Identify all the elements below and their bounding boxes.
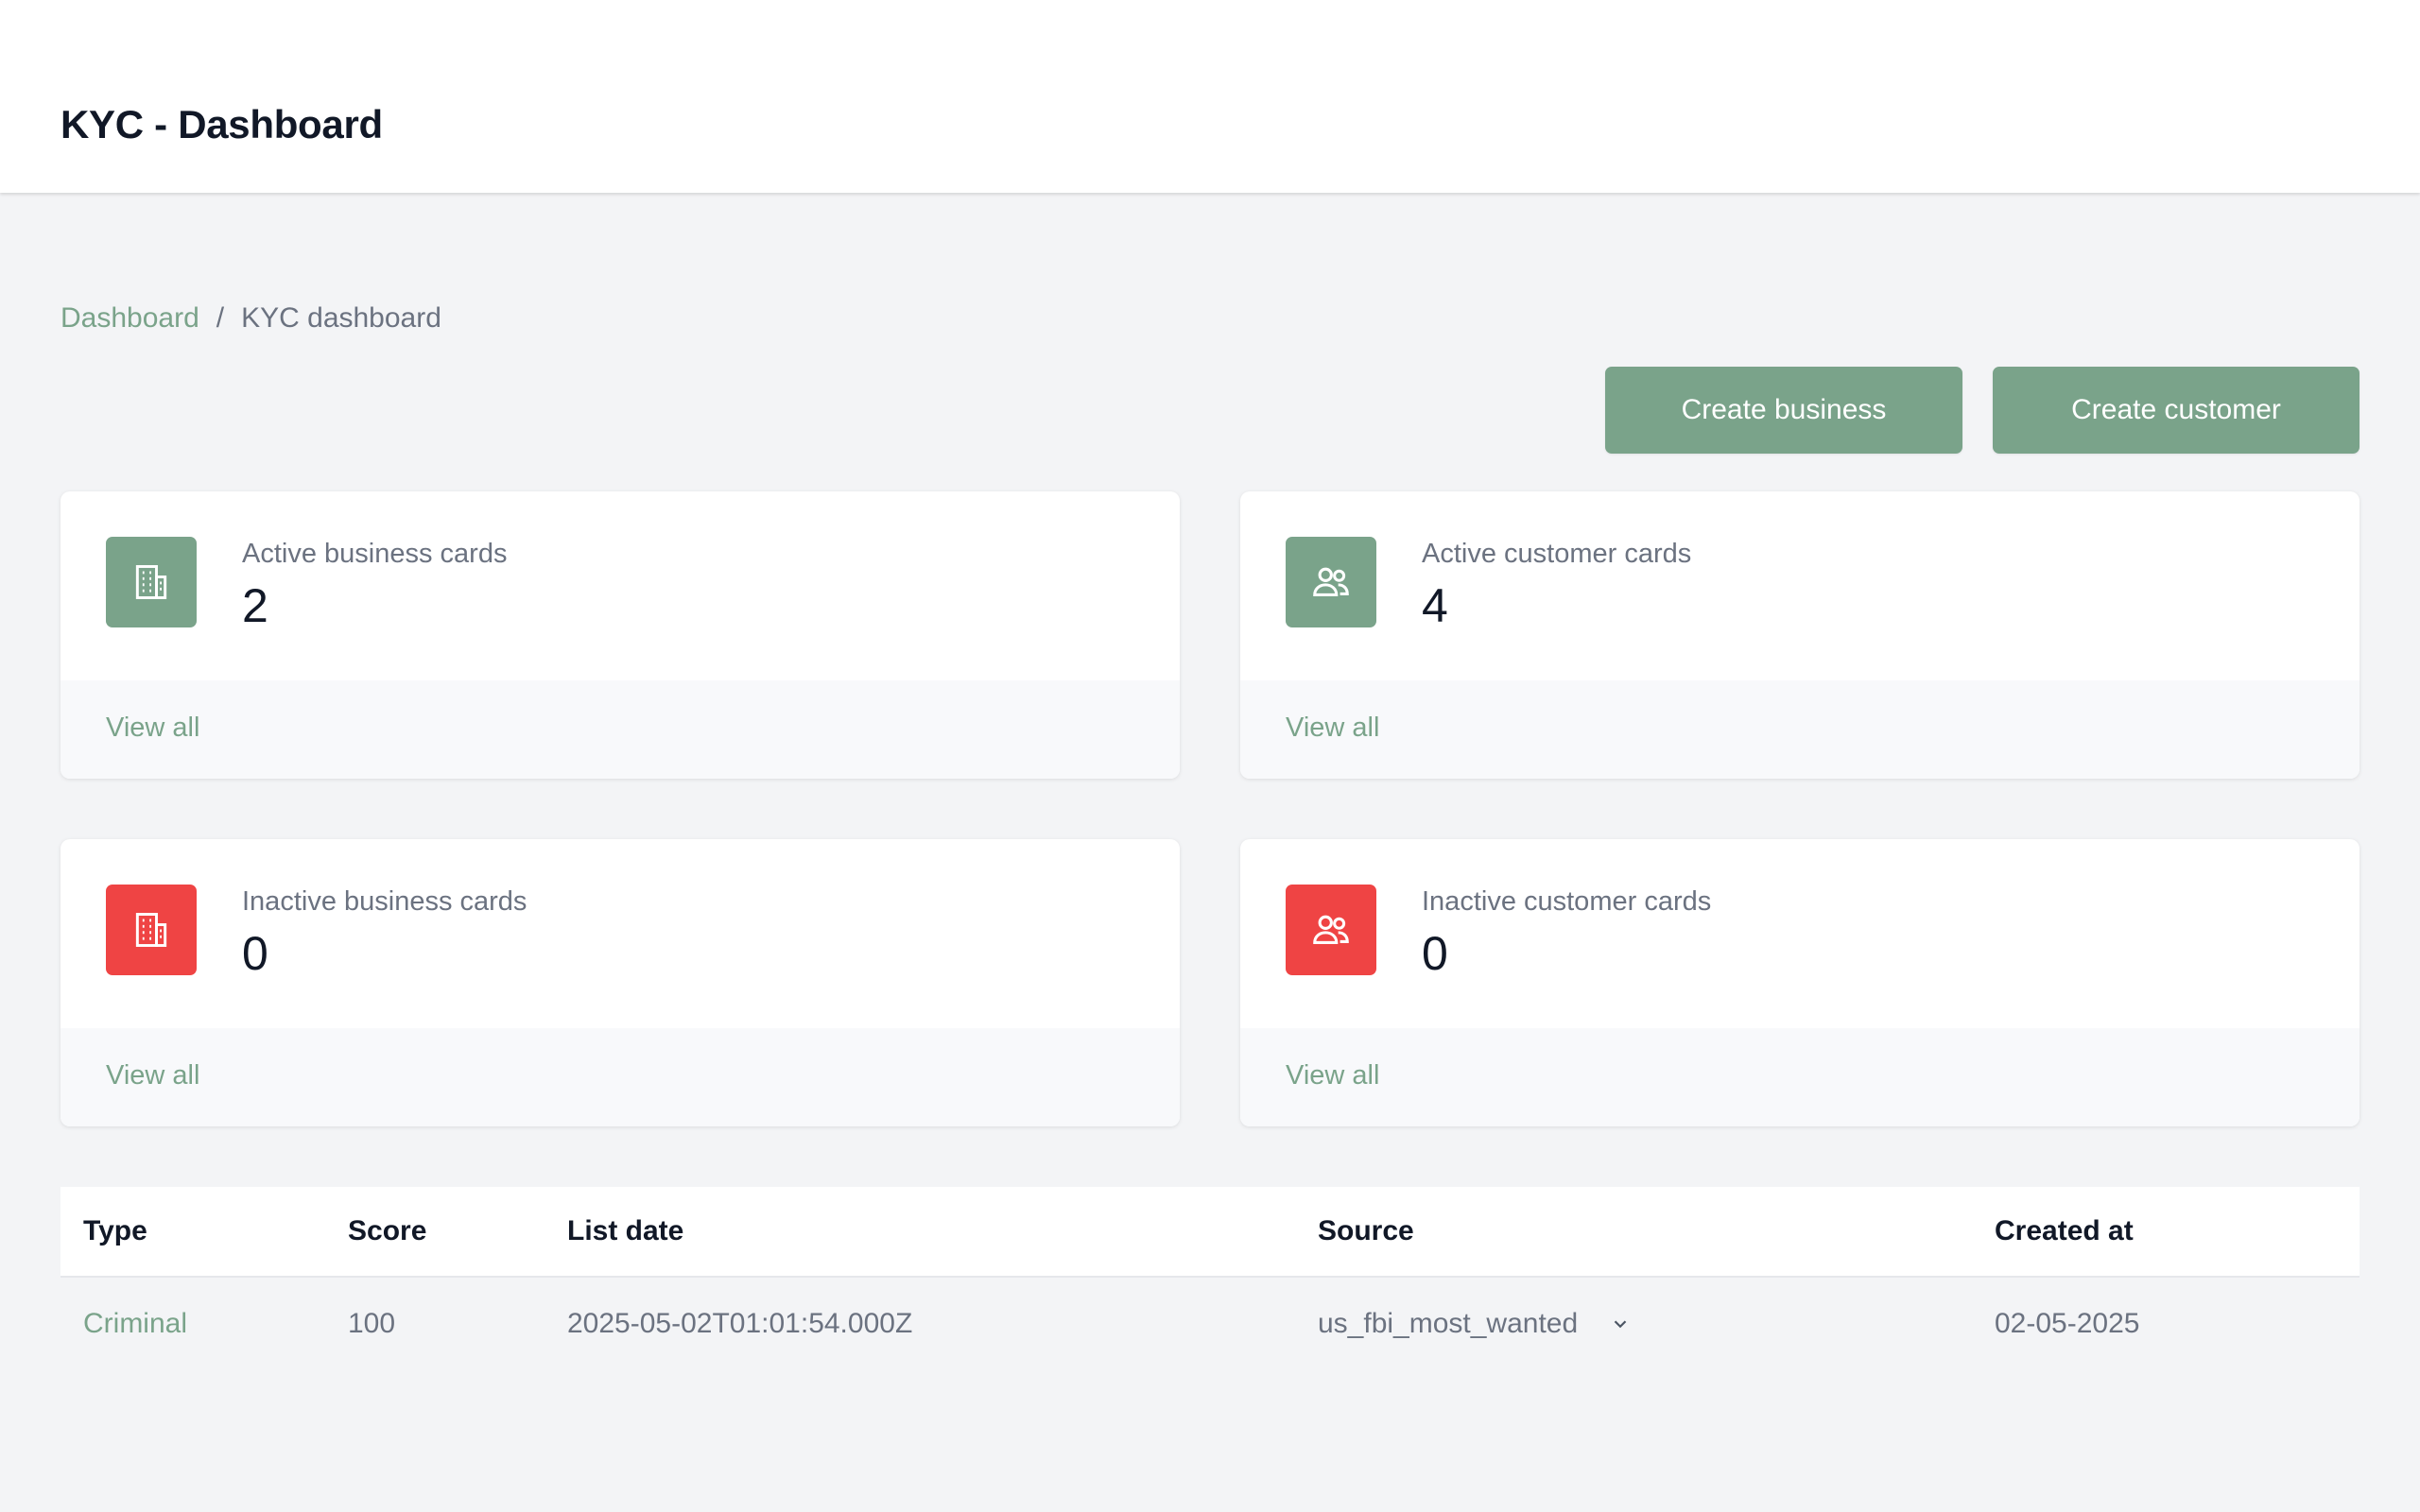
view-all-link[interactable]: View all <box>1286 1060 1379 1091</box>
table-row: Criminal 100 2025-05-02T01:01:54.000Z us… <box>60 1278 2360 1378</box>
card-footer: View all <box>60 1028 1180 1126</box>
column-header-type: Type <box>83 1215 147 1246</box>
list-date-cell: 2025-05-02T01:01:54.000Z <box>567 1308 913 1339</box>
card-count: 0 <box>242 927 268 980</box>
card-footer: View all <box>60 680 1180 779</box>
create-business-button[interactable]: Create business <box>1605 367 1962 454</box>
card-count: 2 <box>242 579 268 632</box>
source-dropdown[interactable]: us_fbi_most_wanted <box>1318 1308 1631 1340</box>
breadcrumb-current: KYC dashboard <box>241 302 441 334</box>
view-all-link[interactable]: View all <box>106 1060 199 1091</box>
card-label: Inactive customer cards <box>1422 886 1712 917</box>
card-label: Active business cards <box>242 539 508 569</box>
results-table: Type Score List date Source Created at C… <box>60 1187 2360 1378</box>
column-header-score: Score <box>348 1215 427 1246</box>
active-business-card: Active business cards 2 View all <box>60 491 1180 779</box>
breadcrumb-dashboard-link[interactable]: Dashboard <box>60 302 199 335</box>
building-icon <box>106 537 197 627</box>
building-icon <box>106 885 197 975</box>
page-title: KYC - Dashboard <box>60 102 383 146</box>
view-all-link[interactable]: View all <box>1286 713 1379 744</box>
users-icon <box>1286 885 1376 975</box>
card-footer: View all <box>1240 1028 2360 1126</box>
column-header-source: Source <box>1318 1215 1414 1246</box>
card-footer: View all <box>1240 680 2360 779</box>
view-all-link[interactable]: View all <box>106 713 199 744</box>
create-customer-button[interactable]: Create customer <box>1993 367 2360 454</box>
type-link[interactable]: Criminal <box>83 1308 187 1340</box>
users-icon <box>1286 537 1376 627</box>
table-header: Type Score List date Source Created at <box>60 1187 2360 1278</box>
column-header-list-date: List date <box>567 1215 684 1246</box>
card-label: Active customer cards <box>1422 539 1692 569</box>
chevron-down-icon[interactable] <box>1610 1314 1631 1334</box>
inactive-customer-card: Inactive customer cards 0 View all <box>1240 839 2360 1126</box>
breadcrumb: Dashboard / KYC dashboard <box>60 302 441 335</box>
score-cell: 100 <box>348 1308 396 1339</box>
card-count: 4 <box>1422 579 1448 632</box>
breadcrumb-separator: / <box>216 302 225 334</box>
created-at-cell: 02-05-2025 <box>1995 1308 2140 1339</box>
column-header-created-at: Created at <box>1995 1215 2134 1246</box>
card-count: 0 <box>1422 927 1448 980</box>
top-bar: KYC - Dashboard <box>0 0 2420 193</box>
card-label: Inactive business cards <box>242 886 527 917</box>
inactive-business-card: Inactive business cards 0 View all <box>60 839 1180 1126</box>
source-value: us_fbi_most_wanted <box>1318 1308 1579 1339</box>
active-customer-card: Active customer cards 4 View all <box>1240 491 2360 779</box>
